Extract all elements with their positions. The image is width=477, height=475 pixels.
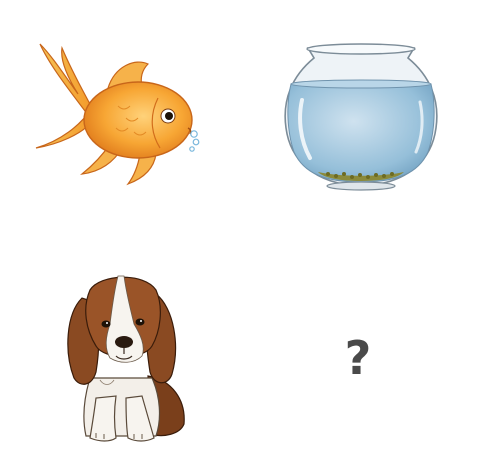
fishbowl-image: [280, 40, 442, 192]
goldfish-icon: [35, 43, 200, 186]
question-mark: ?: [344, 331, 372, 385]
fishbowl-icon: [284, 43, 438, 191]
goldfish-image: [30, 36, 205, 188]
dog-image: [60, 268, 190, 446]
answer-placeholder: ?: [336, 330, 380, 386]
dog-icon: [67, 275, 185, 442]
